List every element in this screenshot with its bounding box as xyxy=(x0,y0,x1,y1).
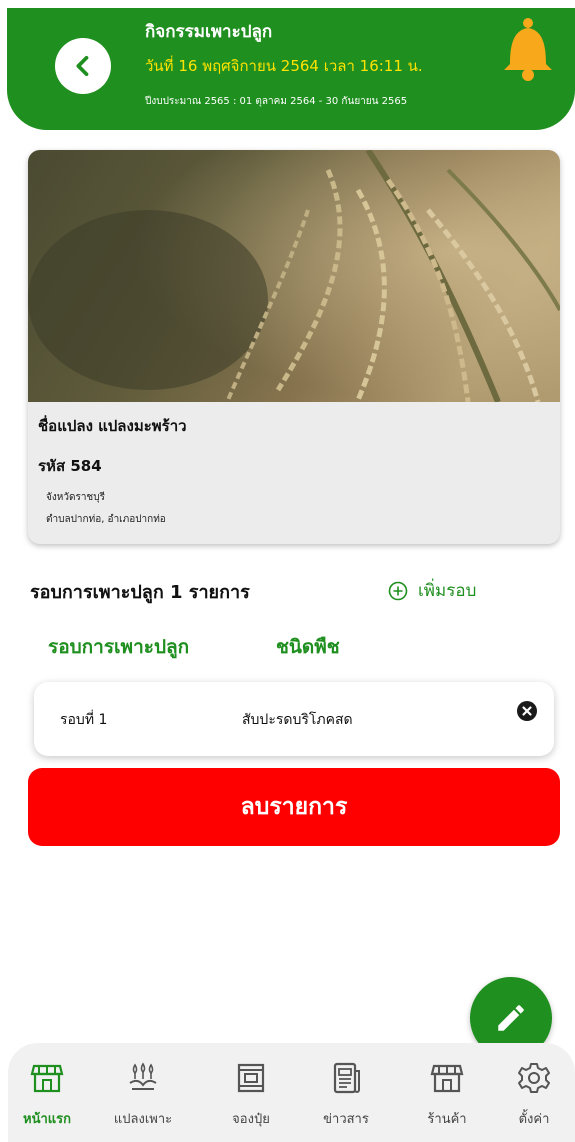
rice-photo xyxy=(28,150,560,402)
budget-year: ปีงบประมาณ 2565 : 01 ตุลาคม 2564 - 30 กั… xyxy=(145,96,408,107)
page-title: กิจกรรมเพาะปลูก xyxy=(145,22,273,42)
back-button[interactable] xyxy=(55,38,111,94)
nav-label-home: หน้าแรก xyxy=(23,1112,71,1127)
gear-icon xyxy=(518,1063,550,1093)
plot-province: จังหวัดราชบุรี xyxy=(46,492,105,503)
nav-label-settings: ตั้งค่า xyxy=(518,1112,550,1127)
plot-card[interactable]: ชื่อแปลง แปลงมะพร้าว รหัส 584 จังหวัดราช… xyxy=(28,150,560,544)
chevron-left-icon xyxy=(76,55,89,77)
remove-round-icon[interactable] xyxy=(516,700,538,722)
nav-item-plots[interactable]: แปลงเพาะ xyxy=(103,1061,183,1141)
rounds-count-title: รอบการเพาะปลูก 1 รายการ xyxy=(30,582,250,603)
nav-item-shop[interactable]: ร้านค้า xyxy=(407,1061,487,1141)
plot-name: ชื่อแปลง แปลงมะพร้าว xyxy=(38,417,187,435)
plot-code: รหัส 584 xyxy=(38,457,102,475)
plant-icon xyxy=(129,1062,157,1090)
bell-icon[interactable] xyxy=(497,16,559,82)
round-crop: สับปะรดบริโภคสด xyxy=(242,712,353,728)
current-date: วันที่ 16 พฤศจิกายน 2564 เวลา 16:11 น. xyxy=(145,57,423,75)
pencil-icon xyxy=(498,1005,524,1031)
bottom-nav: หน้าแรก แปลงเพาะ จองปุ๋ย ข่าวสาร ร้านค้า… xyxy=(8,1043,575,1142)
nav-label-plots: แปลงเพาะ xyxy=(113,1112,173,1127)
nav-item-settings[interactable]: ตั้งค่า xyxy=(494,1061,574,1141)
store-icon xyxy=(30,1064,64,1093)
column-header-crop: ชนิดพืช xyxy=(276,636,340,658)
nav-label-news: ข่าวสาร xyxy=(323,1112,369,1127)
plot-address: ตำบลปากท่อ, อำเภอปากท่อ xyxy=(46,514,166,525)
nav-label-shop: ร้านค้า xyxy=(427,1112,467,1127)
add-round-button[interactable]: เพิ่มรอบ xyxy=(388,577,476,604)
nav-label-fertilizer: จองปุ๋ย xyxy=(232,1112,270,1127)
delete-button[interactable]: ลบรายการ xyxy=(28,768,560,846)
round-number: รอบที่ 1 xyxy=(60,712,108,728)
header-bar: กิจกรรมเพาะปลูก วันที่ 16 พฤศจิกายน 2564… xyxy=(7,8,575,130)
add-round-label: เพิ่มรอบ xyxy=(418,581,477,601)
fertilizer-icon xyxy=(237,1063,265,1093)
round-list-item[interactable]: รอบที่ 1 สับปะรดบริโภคสด xyxy=(34,682,554,756)
plus-circle-icon xyxy=(388,581,408,600)
nav-item-news[interactable]: ข่าวสาร xyxy=(306,1061,386,1141)
news-icon xyxy=(333,1062,360,1094)
column-header-round: รอบการเพาะปลูก xyxy=(48,636,190,658)
nav-item-home[interactable]: หน้าแรก xyxy=(7,1061,87,1141)
nav-item-fertilizer[interactable]: จองปุ๋ย xyxy=(211,1061,291,1141)
shop-icon xyxy=(430,1064,464,1093)
